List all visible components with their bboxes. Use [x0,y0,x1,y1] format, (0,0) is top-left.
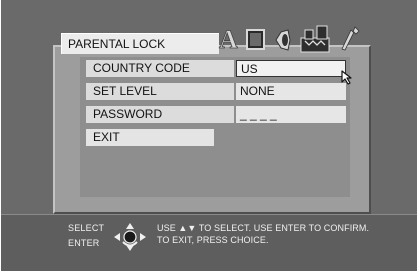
country-code-label[interactable]: COUNTRY CODE [86,60,234,77]
hint-line-2: TO EXIT, PRESS CHOICE. [157,235,269,245]
set-level-label[interactable]: SET LEVEL [86,83,234,100]
menu-options-frame [80,57,350,197]
exit-button[interactable]: EXIT [86,129,214,146]
password-value[interactable]: _ _ _ _ [236,106,346,123]
display-icon[interactable] [245,28,267,52]
password-label[interactable]: PASSWORD [86,106,234,123]
setup-wrench-icon[interactable] [341,25,361,53]
language-icon[interactable]: A [216,26,240,52]
select-key-label: SELECT [68,223,105,233]
menu-title: PARENTAL LOCK [61,33,219,54]
audio-icon[interactable] [272,28,294,52]
svg-text:A: A [219,26,238,52]
hint-line-1: USE ▲▼ TO SELECT. USE ENTER TO CONFIRM. [157,223,370,233]
remote-navigation-icon [114,223,146,251]
menu-tab-icons: A [216,22,366,54]
country-code-value[interactable]: US [236,60,346,77]
cursor-icon [341,70,352,85]
enter-key-label: ENTER [68,238,100,248]
set-level-value[interactable]: NONE [236,83,346,100]
parental-lock-icon[interactable] [299,24,339,54]
